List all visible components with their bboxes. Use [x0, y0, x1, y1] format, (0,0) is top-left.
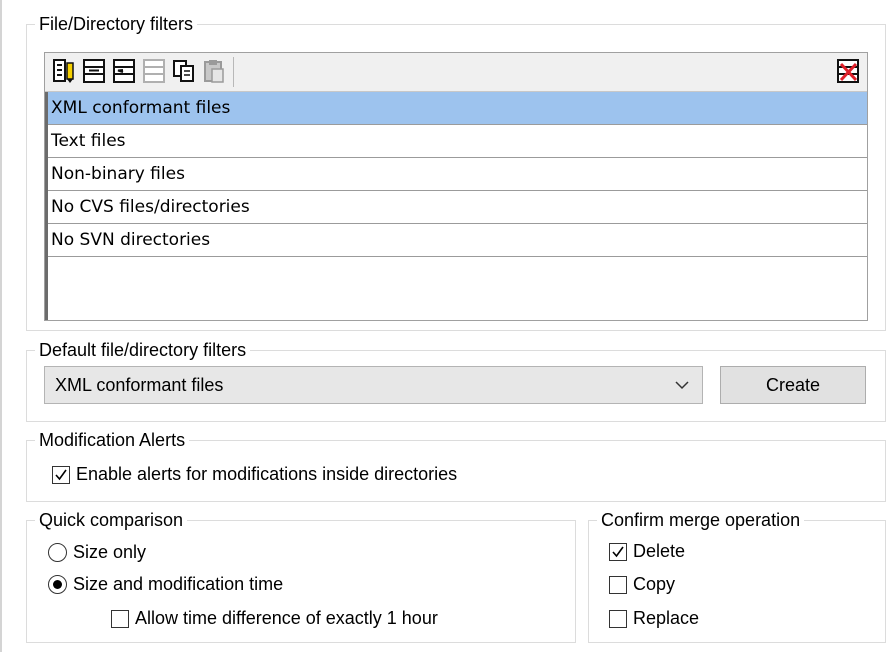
create-button[interactable]: Create: [720, 366, 866, 404]
filter-list-panel: XML conformant files Text files Non-bina…: [44, 52, 868, 321]
copy-label: Copy: [633, 574, 676, 594]
chevron-down-icon: [674, 377, 690, 398]
append-filter-icon[interactable]: [109, 56, 139, 86]
copy-filter-icon[interactable]: [169, 56, 199, 86]
allow-time-diff-label: Allow time difference of exactly 1 hour: [135, 608, 438, 628]
delete-checkbox-row[interactable]: Delete: [609, 541, 685, 562]
group-title: Modification Alerts: [35, 429, 190, 451]
group-title: Default file/directory filters: [35, 339, 251, 361]
default-filter-dropdown[interactable]: XML conformant files: [44, 366, 703, 404]
list-item[interactable]: No SVN directories: [48, 224, 867, 257]
move-filter-icon: [139, 56, 169, 86]
size-only-radio-row[interactable]: Size only: [48, 542, 146, 563]
list-item[interactable]: Text files: [48, 125, 867, 158]
group-title: Confirm merge operation: [597, 509, 805, 531]
copy-checkbox-row[interactable]: Copy: [609, 574, 675, 595]
delete-checkbox[interactable]: [609, 542, 627, 561]
group-title: File/Directory filters: [35, 13, 198, 35]
size-and-time-radio[interactable]: [48, 575, 67, 594]
group-title: Quick comparison: [35, 509, 188, 531]
size-and-time-label: Size and modification time: [73, 574, 284, 594]
enable-alerts-checkbox-row[interactable]: Enable alerts for modifications inside d…: [52, 464, 457, 485]
list-item[interactable]: No CVS files/directories: [48, 191, 867, 224]
paste-filter-icon: [199, 56, 229, 86]
enable-alerts-label: Enable alerts for modifications inside d…: [76, 464, 458, 484]
list-item[interactable]: XML conformant files: [48, 92, 867, 125]
allow-time-diff-checkbox-row[interactable]: Allow time difference of exactly 1 hour: [111, 608, 438, 629]
toolbar-separator: [233, 57, 234, 87]
filter-list-toolbar: [45, 53, 867, 92]
replace-checkbox-row[interactable]: Replace: [609, 608, 699, 629]
allow-time-diff-checkbox[interactable]: [111, 609, 129, 628]
size-only-label: Size only: [73, 542, 147, 562]
dropdown-value: XML conformant files: [55, 375, 224, 395]
add-filter-icon[interactable]: [49, 56, 79, 86]
size-only-radio[interactable]: [48, 543, 67, 562]
window-left-edge: [0, 0, 2, 652]
list-item[interactable]: Non-binary files: [48, 158, 867, 191]
size-and-time-radio-row[interactable]: Size and modification time: [48, 574, 283, 595]
delete-label: Delete: [633, 541, 686, 561]
copy-checkbox[interactable]: [609, 575, 627, 594]
delete-filter-icon[interactable]: [833, 56, 863, 86]
enable-alerts-checkbox[interactable]: [52, 465, 70, 484]
replace-label: Replace: [633, 608, 700, 628]
filter-list: XML conformant files Text files Non-bina…: [45, 92, 867, 320]
replace-checkbox[interactable]: [609, 609, 627, 628]
insert-filter-icon[interactable]: [79, 56, 109, 86]
